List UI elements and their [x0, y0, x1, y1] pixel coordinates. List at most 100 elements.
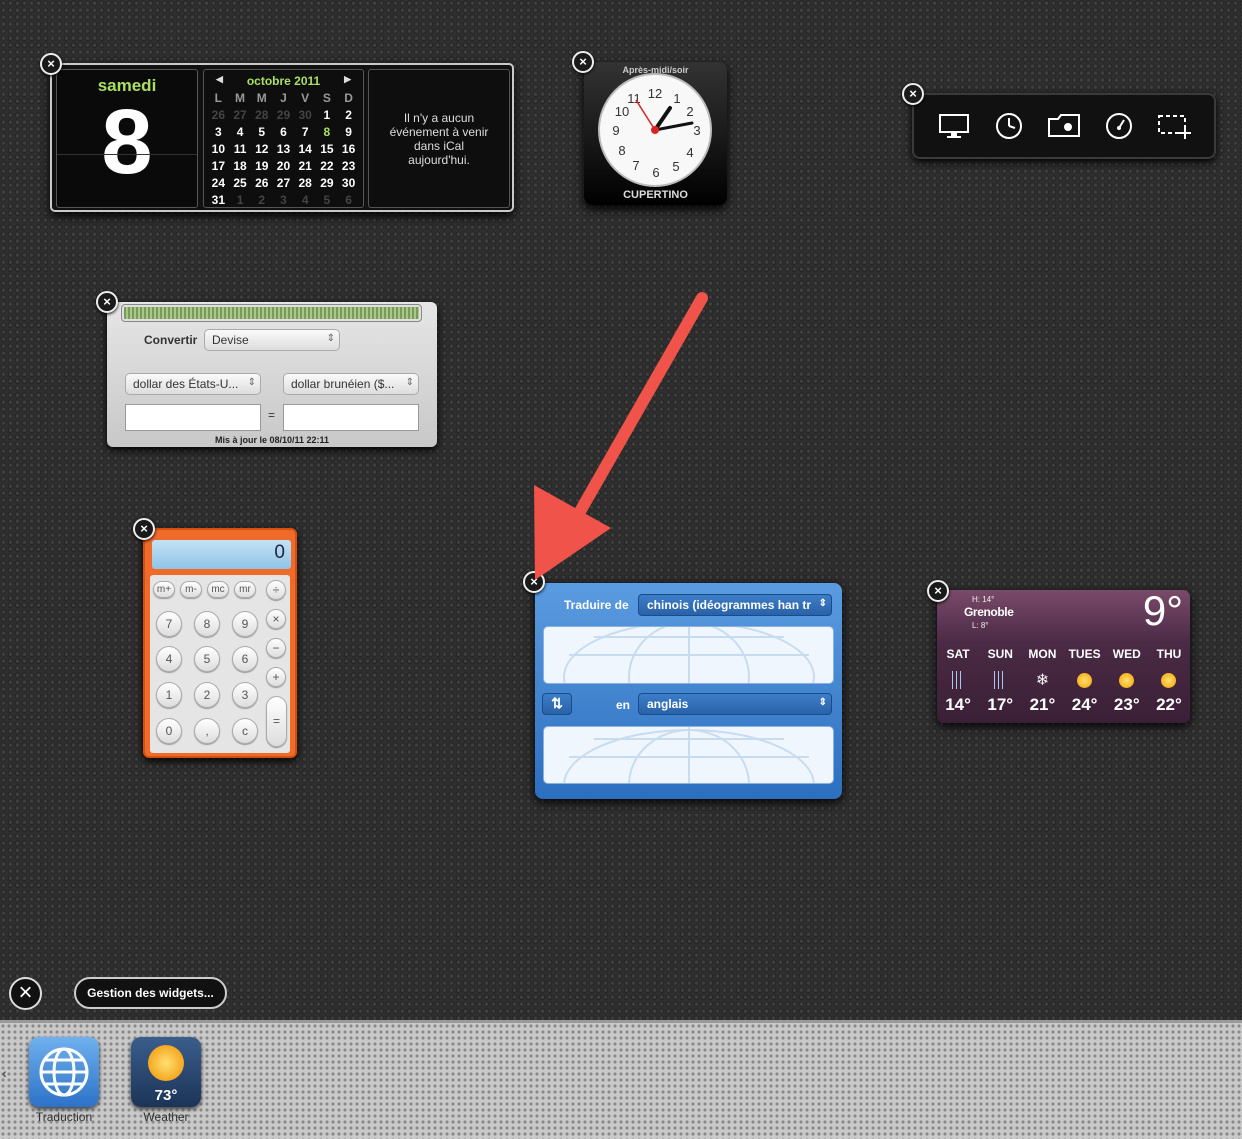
forecast-temp: 22°: [1156, 695, 1182, 714]
memory-recall-button[interactable]: mr: [234, 581, 256, 598]
weather-widget[interactable]: H: 14° Grenoble L: 8° 9° SAT 14° SUN 17°…: [937, 590, 1190, 723]
clock-numeral: 2: [686, 104, 693, 119]
weather-current-temp: 9°: [1142, 590, 1183, 634]
calendar-events-panel: Il n'y a aucun événement à venir dans iC…: [368, 69, 510, 208]
calendar-date: 2: [258, 192, 266, 207]
display-icon[interactable]: [936, 108, 972, 144]
translated-text-area[interactable]: [543, 726, 834, 784]
calendar-date: 15: [320, 141, 334, 156]
snow-icon: ❄: [1035, 672, 1050, 689]
to-unit-select[interactable]: dollar brunéien ($...: [283, 373, 419, 395]
calculator-display: 0: [152, 540, 291, 569]
calendar-widget[interactable]: × samedi 8 ◀ octobre 2011 ▶ L M M J V S …: [40, 53, 514, 212]
translation-widget[interactable]: × Traduire de chinois (idéogrammes han t…: [523, 571, 842, 799]
screenshot-selection-icon[interactable]: [1156, 108, 1192, 144]
calendar-date: 22: [320, 158, 334, 173]
subtract-button[interactable]: −: [266, 638, 286, 658]
clock-face: 12 1 2 3 4 5 6 7 8 9 10 11: [598, 73, 712, 187]
forecast-temp: 23°: [1113, 695, 1140, 714]
clock-numeral: 5: [672, 159, 679, 174]
calendar-date: 24: [211, 175, 226, 190]
forecast-day: THU 22°: [1148, 647, 1190, 715]
previous-month-icon[interactable]: ◀: [216, 74, 223, 88]
translate-from-label: Traduire de: [564, 598, 629, 612]
calendar-date: 31: [211, 192, 226, 207]
manage-widgets-button[interactable]: Gestion des widgets...: [74, 977, 227, 1009]
close-icon[interactable]: ×: [40, 53, 62, 75]
shortcut-toolbar-widget[interactable]: ×: [902, 83, 1216, 159]
tray-scroll-left-icon[interactable]: ‹: [2, 1065, 7, 1081]
calculator-widget[interactable]: × 0 m+ m- mc mr ÷ 7 8 9 × 4 5 6 − 1 2 3 …: [133, 518, 297, 758]
calendar-date: 9: [345, 124, 352, 139]
folder-icon[interactable]: [1046, 108, 1082, 144]
key-4[interactable]: 4: [156, 646, 182, 672]
widget-tray: ‹ Traduction 73° Weather: [0, 1020, 1242, 1139]
key-0[interactable]: 0: [156, 718, 182, 744]
close-icon[interactable]: ×: [96, 291, 118, 313]
sun-icon: [1077, 672, 1093, 688]
key-9[interactable]: 9: [232, 611, 258, 637]
conversion-category-select[interactable]: Devise: [204, 329, 340, 351]
target-language-select[interactable]: anglais: [638, 693, 832, 715]
weekday-header: J: [280, 90, 287, 105]
source-language-select[interactable]: chinois (idéogrammes han tr: [638, 594, 832, 616]
key-3[interactable]: 3: [232, 682, 258, 708]
sun-icon: 73°: [131, 1037, 201, 1107]
key-6[interactable]: 6: [232, 646, 258, 672]
clock-icon[interactable]: [991, 108, 1027, 144]
gauge-icon[interactable]: [1101, 108, 1137, 144]
calendar-date: 5: [323, 192, 331, 207]
key-8[interactable]: 8: [194, 611, 220, 637]
close-icon[interactable]: ×: [133, 518, 155, 540]
calendar-month-panel: ◀ octobre 2011 ▶ L M M J V S D 26 27 28 …: [203, 69, 364, 208]
close-icon[interactable]: ×: [927, 580, 949, 602]
memory-add-button[interactable]: m+: [153, 581, 175, 598]
close-icon[interactable]: ×: [523, 571, 545, 593]
calendar-date: 4: [301, 192, 309, 207]
equals-button[interactable]: =: [266, 696, 287, 747]
swap-languages-icon[interactable]: ⇅: [542, 693, 572, 715]
weather-city: Grenoble: [964, 605, 1014, 619]
calendar-date: 7: [301, 124, 309, 139]
from-value-input[interactable]: [125, 404, 261, 431]
clear-button[interactable]: c: [232, 718, 258, 744]
equals-sign: =: [268, 408, 276, 422]
forecast-day: SUN 17°: [979, 647, 1021, 715]
calendar-date: 6: [345, 192, 352, 207]
calendar-date: 21: [298, 158, 312, 173]
calendar-date: 1: [323, 107, 331, 122]
multiply-button[interactable]: ×: [266, 609, 286, 629]
close-icon[interactable]: ×: [902, 83, 924, 105]
decimal-button[interactable]: ,: [194, 718, 220, 744]
weekday-header: V: [301, 90, 310, 105]
from-unit-select[interactable]: dollar des États-U...: [125, 373, 261, 395]
sun-icon: [1161, 672, 1177, 688]
key-2[interactable]: 2: [194, 682, 220, 708]
key-1[interactable]: 1: [156, 682, 182, 708]
clock-widget[interactable]: × Après-midi/soir 12 1 2 3 4 5 6 7 8 9 1…: [572, 51, 727, 205]
calculator-keypad: m+ m- mc mr ÷ 7 8 9 × 4 5 6 − 1 2 3 + 0 …: [150, 575, 290, 753]
calendar-date: 12: [255, 141, 269, 156]
memory-clear-button[interactable]: mc: [207, 581, 229, 598]
calendar-date-today: 8: [323, 124, 331, 139]
forecast-temp: 24°: [1071, 695, 1098, 714]
key-5[interactable]: 5: [194, 646, 220, 672]
calendar-date: 27: [233, 107, 247, 122]
tray-item-weather[interactable]: 73° Weather: [130, 1037, 202, 1124]
divide-button[interactable]: ÷: [266, 580, 286, 600]
unit-converter-widget[interactable]: × Convertir Devise dollar des États-U...…: [96, 291, 437, 447]
source-text-area[interactable]: [543, 626, 834, 684]
divider: [57, 154, 197, 155]
close-icon[interactable]: ×: [572, 51, 594, 73]
close-dashboard-edit-icon[interactable]: ×: [9, 977, 42, 1010]
tray-item-translation[interactable]: Traduction: [26, 1037, 102, 1124]
next-month-icon[interactable]: ▶: [344, 74, 351, 88]
memory-subtract-button[interactable]: m-: [180, 581, 202, 598]
convert-label: Convertir: [144, 333, 198, 347]
add-button[interactable]: +: [266, 667, 286, 687]
weather-forecast: SAT 14° SUN 17° MON ❄ 21° TUES 24° WED 2…: [937, 647, 1190, 715]
to-value-input[interactable]: [283, 404, 419, 431]
rain-icon: [952, 671, 965, 689]
key-7[interactable]: 7: [156, 611, 182, 637]
forecast-day: TUES 24°: [1064, 647, 1106, 715]
